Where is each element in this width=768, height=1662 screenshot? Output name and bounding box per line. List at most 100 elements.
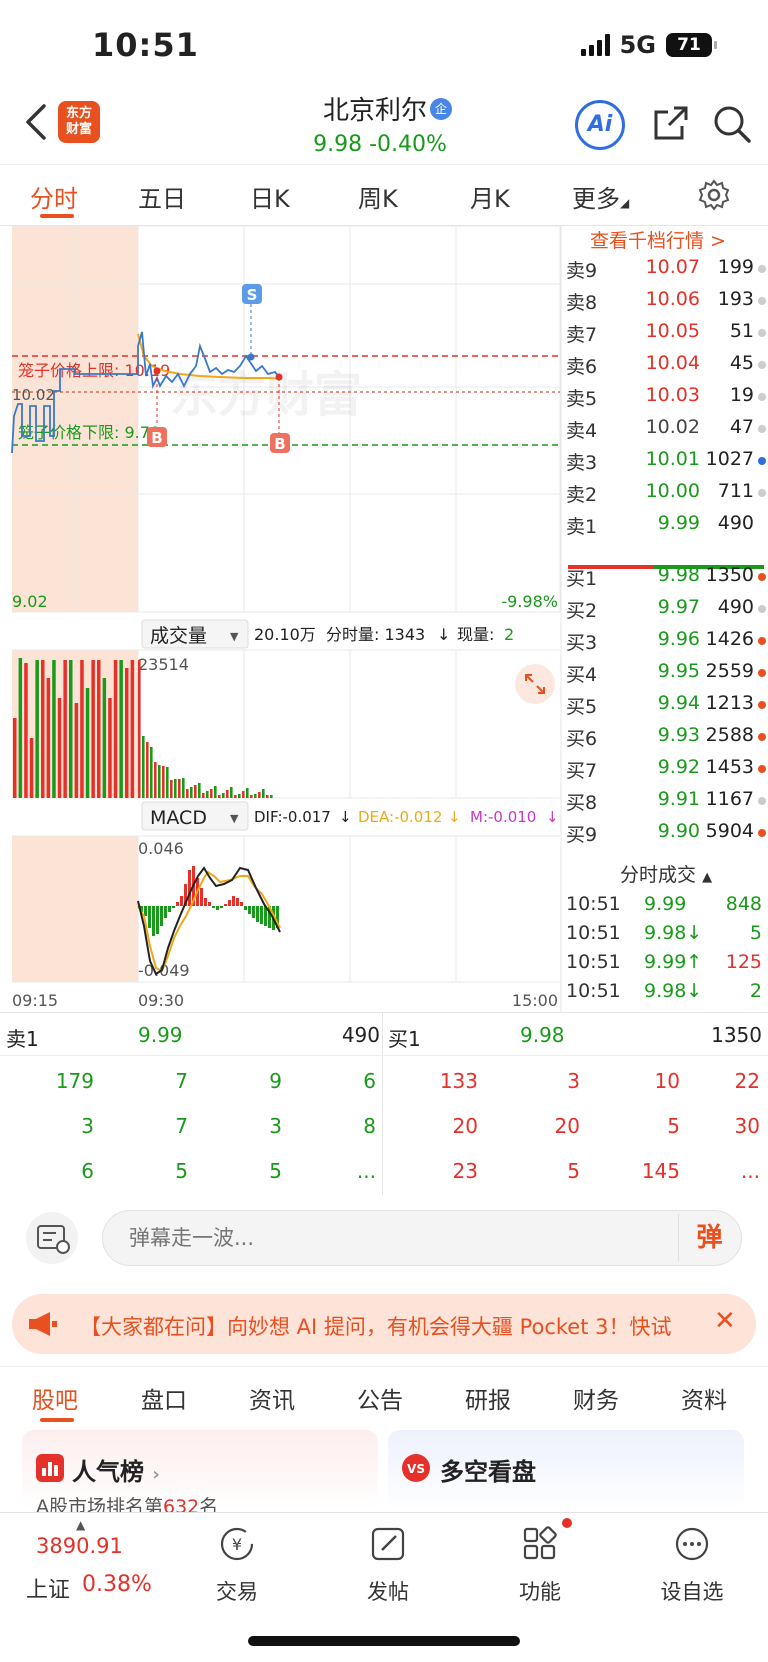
search-icon[interactable] <box>712 104 752 144</box>
order-price: 10.01 <box>645 448 700 470</box>
banner-close-icon[interactable]: ✕ <box>714 1306 736 1336</box>
view-depth-link[interactable]: 查看千档行情 > <box>590 226 726 253</box>
order-book-row[interactable]: 买1 9.98 1350 <box>562 564 768 596</box>
tab-monthly-k[interactable]: 月K <box>470 179 510 214</box>
order-dot-icon <box>758 489 766 497</box>
danmu-input[interactable] <box>102 1210 742 1266</box>
trades-title[interactable]: 分时成交 ▲ <box>620 860 712 887</box>
order-book-row[interactable]: 买4 9.95 2559 <box>562 660 768 692</box>
volume-bar <box>262 789 265 798</box>
volume-bar <box>113 660 118 798</box>
subtab-news[interactable]: 资讯 <box>249 1381 295 1415</box>
order-dot-icon <box>758 425 766 433</box>
trade-volume: 848 <box>725 893 762 915</box>
order-dot-icon <box>758 457 766 465</box>
ai-assistant-button[interactable]: Ai <box>575 100 625 150</box>
index-up-arrow-icon: ▲ <box>76 1518 86 1532</box>
expand-button[interactable] <box>515 664 555 704</box>
watchlist-icon[interactable] <box>672 1524 712 1564</box>
tab-more[interactable]: 更多◢ <box>572 179 629 214</box>
b-marker-1-label: B <box>151 429 162 447</box>
functions-icon[interactable] <box>520 1524 560 1564</box>
macd-bar <box>148 906 151 928</box>
danmu-send-button[interactable]: 弹 <box>678 1214 740 1262</box>
subtab-finance[interactable]: 财务 <box>573 1381 619 1415</box>
volume-bar <box>91 660 95 798</box>
order-volume: 1453 <box>705 756 754 778</box>
order-book-row[interactable]: 卖6 10.04 45 <box>562 352 768 384</box>
macd-bar <box>172 906 175 908</box>
index-value[interactable]: 3890.91 <box>36 1534 123 1558</box>
trade-time: 10:51 <box>566 893 621 915</box>
time-end: 15:00 <box>512 991 558 1010</box>
trade-price: 9.98↓ <box>644 922 703 944</box>
order-book-row[interactable]: 卖8 10.06 193 <box>562 288 768 320</box>
nav-functions[interactable]: 功能 <box>490 1576 590 1606</box>
subtab-research[interactable]: 研报 <box>465 1381 511 1415</box>
summary-cell: 7 <box>175 1069 188 1093</box>
order-book-row[interactable]: 卖2 10.00 711 <box>562 480 768 512</box>
trade-time: 10:51 <box>566 951 621 973</box>
back-arrow-icon[interactable] <box>22 100 52 144</box>
order-book-row[interactable]: 买3 9.96 1426 <box>562 628 768 660</box>
volume-bar <box>270 795 273 798</box>
macd-bar <box>220 906 223 908</box>
tab-intraday[interactable]: 分时 <box>30 179 78 214</box>
summary-buy-vol: 1350 <box>711 1023 762 1047</box>
caret-up-icon: ▲ <box>702 870 713 885</box>
volume-bar <box>230 787 233 798</box>
order-book-row[interactable]: 买2 9.97 490 <box>562 596 768 628</box>
subtab-pankou[interactable]: 盘口 <box>141 1381 187 1415</box>
volume-bar <box>210 789 213 798</box>
macd-bar <box>212 906 215 908</box>
danmu-toggle-icon[interactable] <box>26 1212 78 1264</box>
order-price: 10.03 <box>645 384 700 406</box>
order-book-row[interactable]: 买9 9.90 5904 <box>562 820 768 852</box>
share-icon[interactable] <box>652 104 690 142</box>
order-book-row[interactable]: 卖7 10.05 51 <box>562 320 768 352</box>
stock-change-pct: -0.40% <box>369 132 447 157</box>
intraday-chart[interactable]: 东方财富 笼子价格上限: 10.19 笼子价格下限: 9.78 10.02 9.… <box>0 226 562 1012</box>
order-book-row[interactable]: 卖9 10.07 199 <box>562 256 768 288</box>
network-type: 5G <box>619 31 656 59</box>
summary-cell: 5 <box>175 1159 188 1183</box>
subtab-active-underline <box>40 1418 74 1422</box>
subtab-announcements[interactable]: 公告 <box>357 1381 403 1415</box>
ask-bid-separator <box>568 554 764 569</box>
nav-add-watchlist[interactable]: 设自选 <box>642 1576 742 1606</box>
order-book-row[interactable]: 卖5 10.03 19 <box>562 384 768 416</box>
volume-bar <box>218 795 221 798</box>
nav-trade[interactable]: 交易 <box>187 1576 287 1606</box>
trade-icon[interactable]: ¥ <box>217 1524 257 1564</box>
tab-five-day[interactable]: 五日 <box>138 179 186 214</box>
summary-cell: 5 <box>269 1159 282 1183</box>
order-book-row[interactable]: 买7 9.92 1453 <box>562 756 768 788</box>
subtab-guba[interactable]: 股吧 <box>32 1381 78 1415</box>
macd-max-label: 0.046 <box>138 839 184 858</box>
subtab-profile[interactable]: 资料 <box>681 1381 727 1415</box>
order-book-row[interactable]: 卖3 10.01 1027 <box>562 448 768 480</box>
tab-daily-k[interactable]: 日K <box>250 179 290 214</box>
settings-gear-icon[interactable] <box>698 179 730 211</box>
volume-bar <box>234 795 237 798</box>
tab-weekly-k[interactable]: 周K <box>358 179 398 214</box>
order-book-row[interactable]: 买6 9.93 2588 <box>562 724 768 756</box>
summary-sell-label: 卖1 <box>6 1027 39 1051</box>
volume-bar <box>214 786 217 798</box>
volume-bar <box>226 790 229 798</box>
nav-post[interactable]: 发帖 <box>338 1576 438 1606</box>
post-icon[interactable] <box>368 1524 408 1564</box>
order-book-row[interactable]: 卖1 9.99 490 <box>562 512 768 544</box>
eastmoney-logo[interactable]: 东方财富 <box>58 101 100 143</box>
caret-down-icon: ◢ <box>620 196 630 210</box>
macd-bar <box>260 906 263 924</box>
order-book-row[interactable]: 买5 9.94 1213 <box>562 692 768 724</box>
time-open: 09:30 <box>138 991 184 1010</box>
macd-bar <box>180 896 183 906</box>
volume-bar <box>18 658 23 798</box>
trade-price: 9.99 <box>644 893 687 915</box>
order-book-row[interactable]: 卖4 10.02 47 <box>562 416 768 448</box>
order-book-row[interactable]: 买8 9.91 1167 <box>562 788 768 820</box>
summary-cell: 9 <box>269 1069 282 1093</box>
volume-info-now: 2 <box>504 625 514 644</box>
